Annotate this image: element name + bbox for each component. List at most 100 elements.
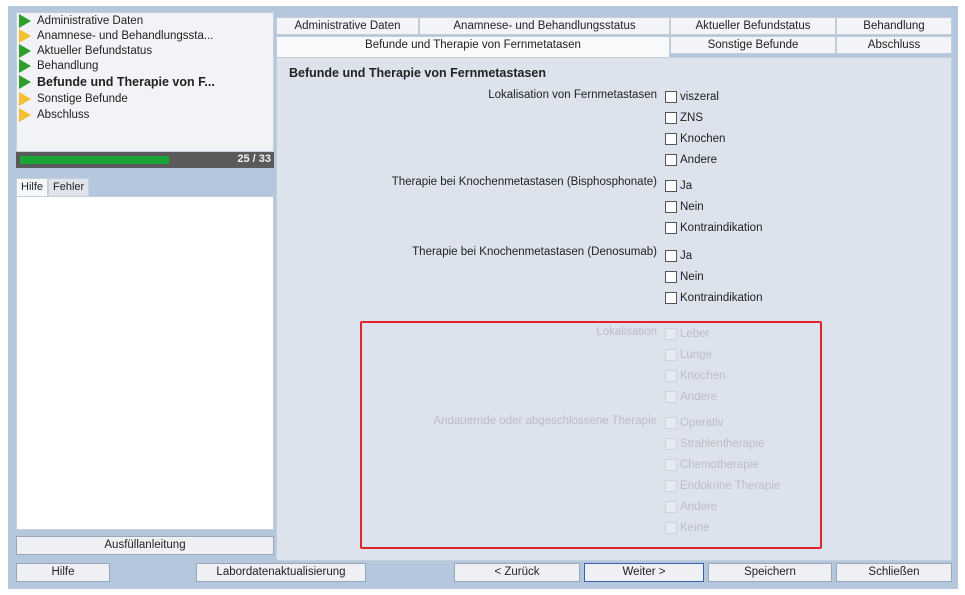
close-button[interactable]: Schließen [836, 563, 952, 582]
tab-sonstige-befunde[interactable]: Sonstige Befunde [670, 36, 836, 54]
option-label: Kontraindikation [680, 291, 763, 304]
incomplete-arrow-icon [19, 29, 31, 43]
back-button[interactable]: < Zurück [454, 563, 580, 582]
application-window: Administrative Daten Anamnese- und Behan… [8, 6, 958, 589]
option-label: Ja [680, 179, 693, 192]
checkbox-denosumab-nein[interactable]: Nein [665, 269, 704, 284]
checkbox-bisphosphonate-nein[interactable]: Nein [665, 199, 704, 214]
incomplete-arrow-icon [19, 108, 31, 122]
checkbox-andere[interactable]: Andere [665, 152, 717, 167]
checkbox-knochen-lok[interactable]: Knochen [665, 368, 725, 383]
question-lokalisation: Lokalisation [596, 326, 657, 338]
nav-item-label: Administrative Daten [37, 15, 144, 27]
option-label: Andere [680, 500, 718, 513]
checkbox-box [665, 458, 677, 471]
option-label: Knochen [680, 369, 726, 382]
form-panel: Befunde und Therapie von Fernmetastasen … [276, 57, 952, 561]
option-label: Ja [680, 249, 693, 262]
question-therapie-bisphosphonate: Therapie bei Knochenmetastasen (Bisphosp… [391, 176, 657, 188]
nav-item-label: Aktueller Befundstatus [37, 45, 153, 57]
option-label: Chemotherapie [680, 458, 759, 471]
checkbox-operativ[interactable]: Operativ [665, 415, 723, 430]
tab-anamnese-behandlungsstatus[interactable]: Anamnese- und Behandlungsstatus [419, 17, 670, 35]
tab-fehler[interactable]: Fehler [48, 178, 90, 196]
checkbox-andere-therapie[interactable]: Andere [665, 499, 717, 514]
checkbox-andere-lok[interactable]: Andere [665, 389, 717, 404]
option-label: Lunge [680, 348, 712, 361]
tab-behandlung[interactable]: Behandlung [836, 17, 952, 35]
option-label: Kontraindikation [680, 221, 763, 234]
nav-item-label: Sonstige Befunde [37, 93, 128, 105]
option-label: Knochen [680, 132, 726, 145]
option-label: Strahlentherapie [680, 437, 765, 450]
checkbox-box [665, 179, 677, 192]
checkbox-box [665, 521, 677, 534]
checkbox-box [665, 437, 677, 450]
section-navigation-list: Administrative Daten Anamnese- und Behan… [16, 12, 274, 152]
save-button[interactable]: Speichern [708, 563, 832, 582]
checkbox-bisphosphonate-kontraindikation[interactable]: Kontraindikation [665, 220, 762, 235]
checkbox-denosumab-ja[interactable]: Ja [665, 248, 692, 263]
checkbox-box [665, 270, 677, 283]
checkbox-box [665, 479, 677, 492]
nav-item-befunde-therapie[interactable]: Befunde und Therapie von F... [19, 75, 271, 89]
completed-arrow-icon [19, 14, 31, 28]
checkbox-box [665, 369, 677, 382]
question-andauernde-therapie: Andauernde oder abgeschlossene Therapie [433, 415, 657, 427]
nav-item-behandlung[interactable]: Behandlung [19, 59, 271, 73]
nav-item-label: Abschluss [37, 109, 90, 121]
question-lokalisation-fernmetastasen: Lokalisation von Fernmetastasen [488, 89, 657, 101]
section-title: Befunde und Therapie von Fernmetastasen [289, 66, 546, 80]
nav-item-aktueller-befundstatus[interactable]: Aktueller Befundstatus [19, 44, 271, 58]
nav-item-label: Behandlung [37, 60, 99, 72]
incomplete-arrow-icon [19, 92, 31, 106]
help-button[interactable]: Hilfe [16, 563, 110, 582]
checkbox-box [665, 291, 677, 304]
checkbox-zns[interactable]: ZNS [665, 110, 703, 125]
checkbox-keine[interactable]: Keine [665, 520, 709, 535]
checkbox-box [665, 111, 677, 124]
option-label: Andere [680, 153, 718, 166]
next-button[interactable]: Weiter > [584, 563, 704, 582]
checkbox-endokrine-therapie[interactable]: Endokrine Therapie [665, 478, 780, 493]
nav-item-administrative-daten[interactable]: Administrative Daten [19, 14, 271, 28]
checkbox-box [665, 390, 677, 403]
tab-hilfe[interactable]: Hilfe [16, 178, 49, 196]
completed-arrow-icon [19, 75, 31, 89]
checkbox-box [665, 90, 677, 103]
nav-item-abschluss[interactable]: Abschluss [19, 108, 271, 122]
lab-data-update-button[interactable]: Labordatenaktualisierung [196, 563, 366, 582]
instructions-button[interactable]: Ausfüllanleitung [16, 536, 274, 555]
checkbox-bisphosphonate-ja[interactable]: Ja [665, 178, 692, 193]
checkbox-box [665, 500, 677, 513]
tab-administrative-daten[interactable]: Administrative Daten [276, 17, 419, 35]
option-label: Endokrine Therapie [680, 479, 781, 492]
option-label: Leber [680, 327, 710, 340]
tab-befunde-therapie-fernmetastasen[interactable]: Befunde und Therapie von Fernmetatasen [276, 36, 670, 58]
checkbox-viszeral[interactable]: viszeral [665, 89, 719, 104]
checkbox-box [665, 249, 677, 262]
option-label: Nein [680, 270, 704, 283]
tab-aktueller-befundstatus[interactable]: Aktueller Befundstatus [670, 17, 836, 35]
checkbox-lunge[interactable]: Lunge [665, 347, 712, 362]
tab-abschluss[interactable]: Abschluss [836, 36, 952, 54]
option-label: Nein [680, 200, 704, 213]
option-label: Keine [680, 521, 710, 534]
nav-item-anamnese[interactable]: Anamnese- und Behandlungssta... [19, 29, 271, 43]
checkbox-box [665, 132, 677, 145]
checkbox-chemotherapie[interactable]: Chemotherapie [665, 457, 759, 472]
checkbox-box [665, 221, 677, 234]
help-tab-strip: Hilfe Fehler [16, 178, 90, 196]
checkbox-knochen[interactable]: Knochen [665, 131, 725, 146]
checkbox-box [665, 348, 677, 361]
highlight-annotation-box [360, 321, 822, 549]
option-label: Operativ [680, 416, 724, 429]
nav-item-label: Anamnese- und Behandlungssta... [37, 30, 214, 42]
checkbox-strahlentherapie[interactable]: Strahlentherapie [665, 436, 764, 451]
completed-arrow-icon [19, 44, 31, 58]
checkbox-leber[interactable]: Leber [665, 326, 709, 341]
progress-fill [20, 156, 169, 164]
nav-item-sonstige-befunde[interactable]: Sonstige Befunde [19, 92, 271, 106]
nav-item-label: Befunde und Therapie von F... [37, 75, 215, 89]
checkbox-denosumab-kontraindikation[interactable]: Kontraindikation [665, 290, 762, 305]
